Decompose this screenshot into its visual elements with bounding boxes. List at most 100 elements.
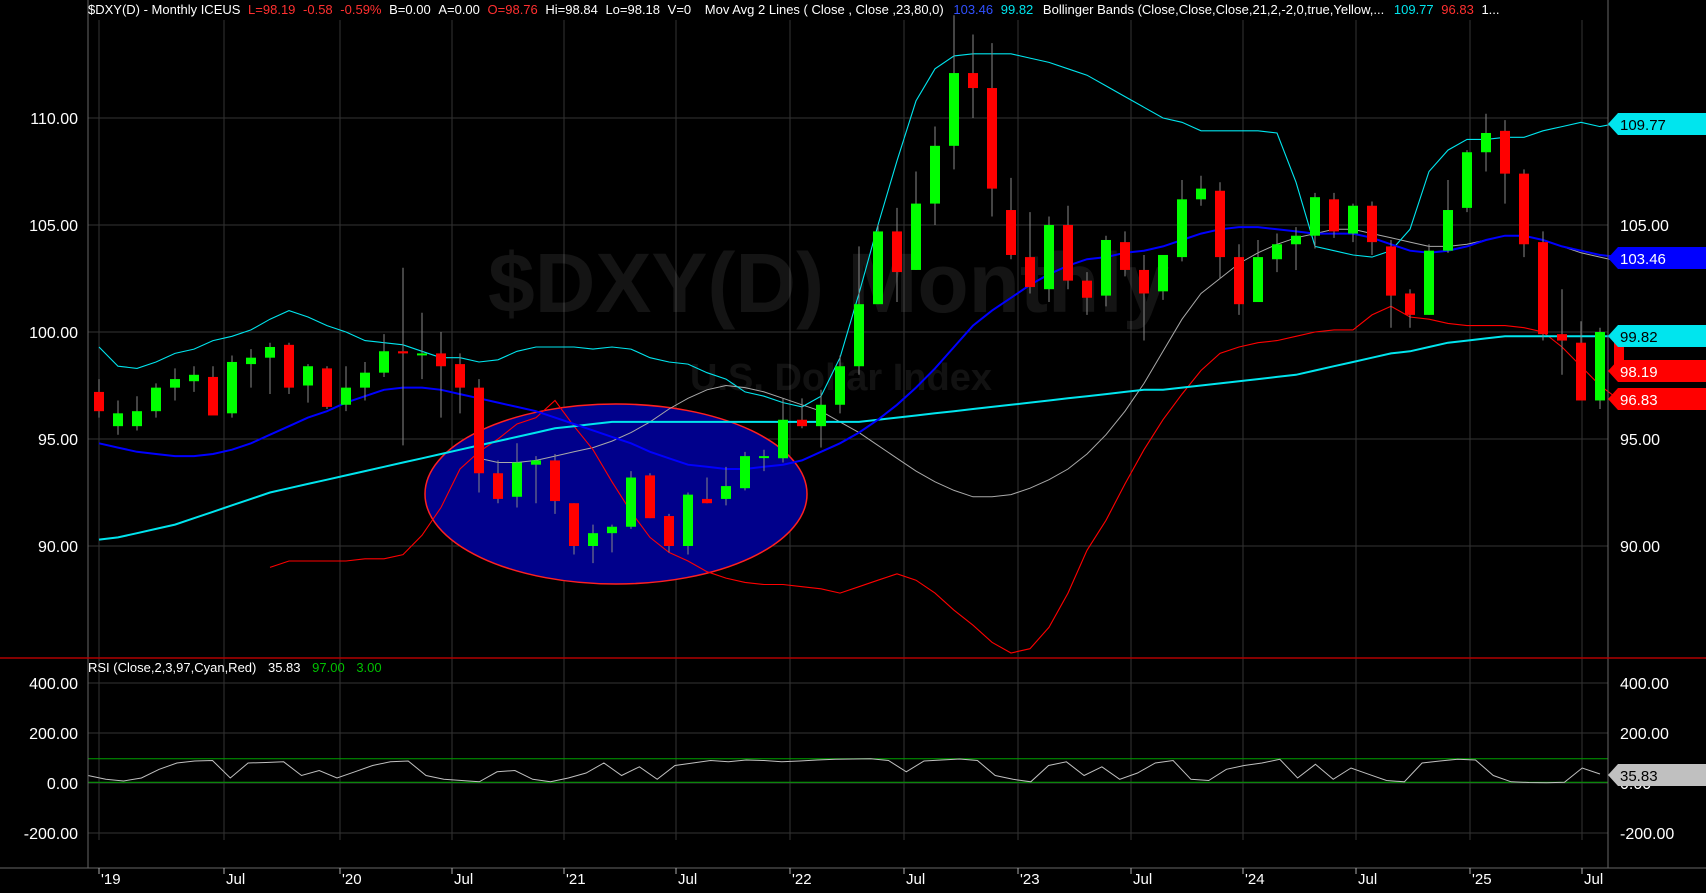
rsi-right-tick: 200.00 bbox=[1620, 726, 1669, 743]
rsi-left-tick: 400.00 bbox=[29, 676, 78, 693]
candle-body bbox=[208, 376, 218, 416]
candle-body bbox=[740, 456, 750, 489]
ma-fast-value: 103.46 bbox=[953, 2, 994, 17]
high-price: Hi=98.84 bbox=[545, 2, 598, 17]
candle-body bbox=[322, 368, 332, 407]
rsi-right-tick: -200.00 bbox=[1620, 826, 1674, 843]
candle-body bbox=[1443, 210, 1453, 251]
bb-upper-value: 109.77 bbox=[1393, 2, 1434, 17]
candle-body bbox=[284, 344, 294, 388]
candle-body bbox=[1576, 342, 1586, 401]
pct-change: -0.59% bbox=[340, 2, 382, 17]
candle-body bbox=[360, 372, 370, 388]
candle-body bbox=[1234, 257, 1244, 305]
candle-body bbox=[816, 404, 826, 427]
candle-body bbox=[1272, 244, 1282, 260]
price-tag-label: 98.19 bbox=[1620, 364, 1658, 381]
volume: V=0 bbox=[667, 2, 692, 17]
candle-body bbox=[417, 353, 427, 356]
candle-body bbox=[341, 387, 351, 405]
candle-body bbox=[968, 73, 978, 89]
candle-body bbox=[911, 203, 921, 270]
candle-body bbox=[1025, 257, 1035, 288]
candle-body bbox=[455, 364, 465, 388]
candle-body bbox=[1329, 199, 1339, 232]
bb-lower-value: 96.83 bbox=[1441, 2, 1474, 17]
candle-body bbox=[493, 473, 503, 499]
chart-grid bbox=[88, 20, 1608, 840]
rsi-right-tick: 400.00 bbox=[1620, 676, 1669, 693]
candle-body bbox=[512, 462, 522, 497]
candle-body bbox=[683, 494, 693, 546]
candle-body bbox=[1215, 190, 1225, 258]
left-price-tick: 105.00 bbox=[29, 218, 78, 235]
date-label: Jul bbox=[226, 871, 245, 888]
candle-body bbox=[949, 73, 959, 146]
candle-body bbox=[1519, 173, 1529, 245]
candle-body bbox=[246, 357, 256, 365]
candle-body bbox=[151, 387, 161, 412]
candle-body bbox=[113, 413, 123, 427]
date-label: '24 bbox=[1245, 871, 1265, 888]
candle-body bbox=[569, 503, 579, 546]
candle-body bbox=[436, 353, 446, 367]
left-price-tick: 90.00 bbox=[38, 539, 78, 556]
candle-body bbox=[1177, 199, 1187, 258]
candle-body bbox=[1006, 210, 1016, 255]
candle-body bbox=[1139, 269, 1149, 294]
price-tag-label: 109.77 bbox=[1620, 117, 1666, 134]
rsi-left-tick: -200.00 bbox=[24, 826, 78, 843]
rsi-value: 35.83 bbox=[267, 660, 301, 675]
date-label: Jul bbox=[906, 871, 925, 888]
bid: B=0.00 bbox=[389, 2, 431, 17]
candle-body bbox=[873, 231, 883, 305]
net-change: -0.58 bbox=[303, 2, 333, 17]
bb-more: 1... bbox=[1481, 2, 1500, 17]
rsi-left-tick: 0.00 bbox=[47, 776, 78, 793]
candle-body bbox=[1424, 250, 1434, 315]
low-price: Lo=98.18 bbox=[605, 2, 661, 17]
candle-body bbox=[1500, 130, 1510, 174]
candle-body bbox=[797, 419, 807, 427]
candle-body bbox=[132, 411, 142, 427]
candle-body bbox=[664, 516, 674, 546]
rsi-oversold: 3.00 bbox=[356, 660, 382, 675]
candle-body bbox=[1386, 246, 1396, 296]
candle-body bbox=[645, 475, 655, 519]
candle-body bbox=[1101, 239, 1111, 296]
rsi-study-label: RSI (Close,2,3,97,Cyan,Red) bbox=[88, 660, 257, 675]
candle-body bbox=[987, 88, 997, 189]
candle-body bbox=[1291, 235, 1301, 245]
candle-body bbox=[94, 391, 104, 412]
candle-body bbox=[702, 498, 712, 504]
candle-body bbox=[474, 387, 484, 474]
date-label: '19 bbox=[101, 871, 121, 888]
candle-body bbox=[1348, 205, 1358, 234]
candle-body bbox=[1595, 332, 1605, 401]
date-label: '21 bbox=[566, 871, 586, 888]
axes: 110.00 105.00 100.00 95.00 90.00 105.00 95.00 9… bbox=[0, 0, 1706, 888]
ask: A=0.00 bbox=[438, 2, 480, 17]
candle-body bbox=[835, 366, 845, 405]
right-price-tick: 105.00 bbox=[1620, 218, 1669, 235]
candle-body bbox=[1196, 188, 1206, 200]
date-label: '22 bbox=[792, 871, 812, 888]
candle-body bbox=[1063, 225, 1073, 281]
candle-body bbox=[1158, 254, 1168, 292]
candle-body bbox=[1367, 205, 1377, 243]
date-label: '20 bbox=[342, 871, 362, 888]
right-price-tick: 90.00 bbox=[1620, 539, 1660, 556]
candle-body bbox=[189, 374, 199, 382]
date-label: '23 bbox=[1020, 871, 1040, 888]
candle-body bbox=[1481, 132, 1491, 153]
candle-body bbox=[1120, 242, 1130, 270]
candle-body bbox=[1557, 334, 1567, 341]
symbol-label: $DXY(D) - Monthly ICEUS bbox=[88, 2, 241, 17]
candle-body bbox=[398, 351, 408, 354]
date-label: '25 bbox=[1472, 871, 1492, 888]
candle-body bbox=[227, 361, 237, 414]
rsi-line bbox=[87, 758, 1601, 784]
ma-slow-value: 99.82 bbox=[1000, 2, 1034, 17]
candle-body bbox=[1405, 293, 1415, 315]
ma-study-label: Mov Avg 2 Lines ( Close , Close ,23,80,0… bbox=[704, 2, 944, 17]
